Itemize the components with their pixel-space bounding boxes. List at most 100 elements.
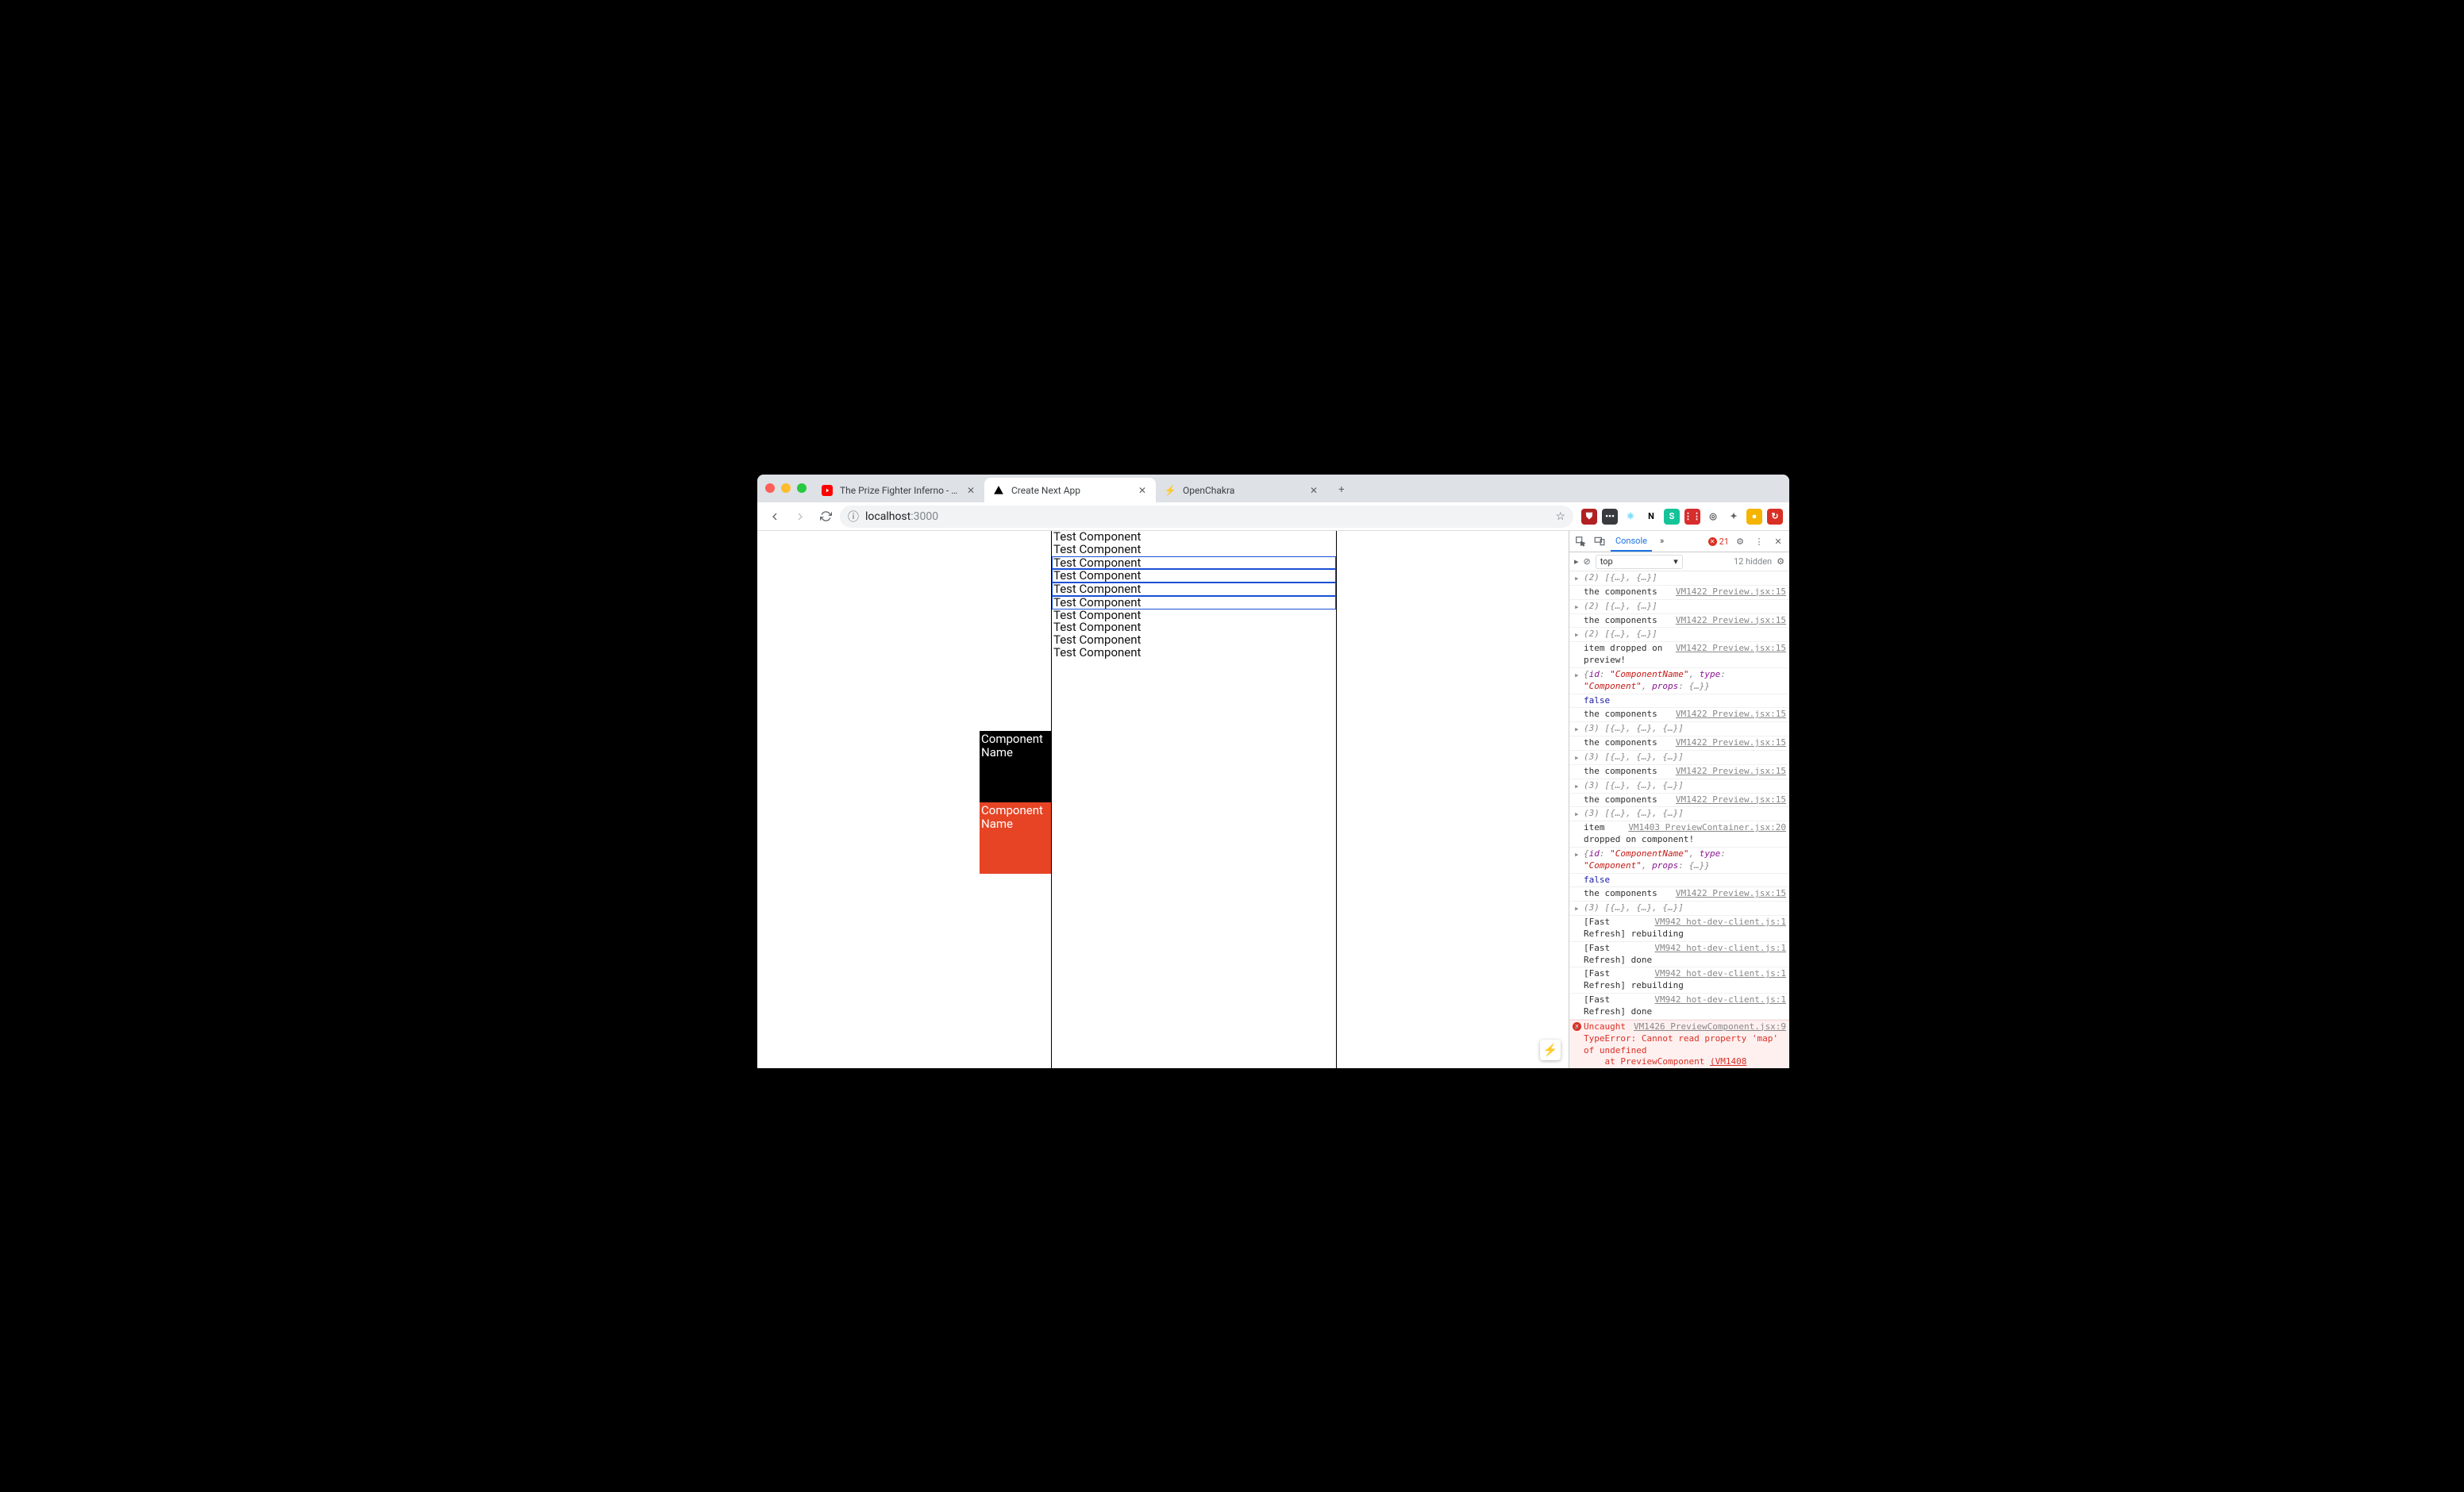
console-source-link[interactable]: VM1403 PreviewContainer.jsx:20 (1628, 822, 1786, 834)
onepassword-icon[interactable]: ⋮⋮ (1684, 509, 1700, 525)
console-source-link[interactable]: VM1422 Preview.jsx:15 (1676, 737, 1786, 749)
devtools-tabbar: Console » ✕21 ⚙ ⋮ ✕ (1569, 531, 1789, 552)
console-log-area[interactable]: ▸(2) [{…}, {…}]VM1422 Preview.jsx:15the … (1569, 571, 1789, 1068)
console-source-link[interactable]: VM1426 PreviewComponent.jsx:9 (1634, 1021, 1786, 1033)
screenshot-icon[interactable]: ◎ (1705, 509, 1721, 525)
tab-title: Create Next App (1011, 485, 1130, 496)
preview-panel[interactable]: Test ComponentTest ComponentTest Compone… (1051, 531, 1337, 1068)
console-log-row[interactable]: ▸(2) [{…}, {…}] (1569, 571, 1789, 586)
console-source-link[interactable]: VM1422 Preview.jsx:15 (1676, 643, 1786, 655)
console-log-row[interactable]: VM1422 Preview.jsx:15the components (1569, 794, 1789, 808)
console-source-link[interactable]: VM1422 Preview.jsx:15 (1676, 709, 1786, 721)
console-log-row[interactable]: ▸(3) [{…}, {…}, {…}] (1569, 722, 1789, 736)
console-source-link[interactable]: VM1422 Preview.jsx:15 (1676, 615, 1786, 627)
notion-icon[interactable]: N (1643, 509, 1659, 525)
window-minimize-button[interactable] (781, 483, 791, 493)
browser-toolbar: ⓘ localhost:3000 ☆ ⛊ ••• ⚛ NS⋮⋮ ◎ ✦● ↻ (757, 502, 1789, 531)
console-log-row[interactable]: VM1422 Preview.jsx:15the components (1569, 765, 1789, 779)
console-source-link[interactable]: VM1422 Preview.jsx:15 (1676, 794, 1786, 806)
console-log-row[interactable]: ▸(3) [{…}, {…}, {…}] (1569, 807, 1789, 821)
console-log-row[interactable]: ▸(3) [{…}, {…}, {…}] (1569, 779, 1789, 794)
page-viewport: Test ComponentTest ComponentTest Compone… (757, 531, 1569, 1068)
console-log-row[interactable]: VM1422 Preview.jsx:15the components (1569, 614, 1789, 629)
ublock-icon[interactable]: ⛊ (1581, 509, 1597, 525)
devtools-close-icon[interactable]: ✕ (1770, 533, 1786, 549)
console-log-row[interactable]: VM1422 Preview.jsx:15the components (1569, 586, 1789, 600)
url-text: localhost:3000 (865, 510, 938, 523)
nav-forward-button[interactable] (789, 506, 811, 528)
component-palette: Component NameComponent Name (980, 731, 1051, 874)
palette-card-black[interactable]: Component Name (980, 731, 1051, 802)
nextjs-bolt-badge[interactable]: ⚡ (1540, 1040, 1561, 1060)
console-log-row[interactable]: false (1569, 874, 1789, 888)
console-source-link[interactable]: VM942 hot-dev-client.js:1 (1654, 968, 1786, 980)
grammarly-icon[interactable]: S (1664, 509, 1680, 525)
console-log-row[interactable]: ▸{id: "ComponentName", type: "Component"… (1569, 848, 1789, 874)
devtools-menu-icon[interactable]: ⋮ (1751, 533, 1767, 549)
console-log-row[interactable]: VM942 hot-dev-client.js:1[Fast Refresh] … (1569, 916, 1789, 942)
console-source-link[interactable]: VM942 hot-dev-client.js:1 (1654, 994, 1786, 1006)
nav-back-button[interactable] (764, 506, 786, 528)
browser-tab[interactable]: The Prize Fighter Inferno - Sta… ✕ (813, 478, 984, 502)
preview-test-component[interactable]: Test Component (1052, 556, 1336, 570)
console-log-row[interactable]: VM942 hot-dev-client.js:1[Fast Refresh] … (1569, 967, 1789, 994)
avatar-icon[interactable]: ● (1746, 509, 1762, 525)
browser-tab[interactable]: Create Next App ✕ (984, 478, 1156, 502)
tab-title: The Prize Fighter Inferno - Sta… (840, 485, 959, 496)
console-source-link[interactable]: VM1422 Preview.jsx:15 (1676, 766, 1786, 778)
console-settings-icon[interactable]: ⚙ (1777, 556, 1784, 567)
console-log-row[interactable]: VM1403 PreviewContainer.jsx:20item dropp… (1569, 821, 1789, 848)
tab-close-icon[interactable]: ✕ (1137, 485, 1148, 496)
inspect-element-icon[interactable] (1573, 533, 1588, 549)
react-devtools-icon[interactable]: ⚛ (1623, 509, 1638, 525)
window-zoom-button[interactable] (797, 483, 807, 493)
devtools-tab-more[interactable]: » (1655, 531, 1669, 552)
nav-reload-button[interactable] (814, 506, 837, 528)
bookmark-star-icon[interactable]: ☆ (1555, 510, 1565, 523)
console-log-row[interactable]: VM942 hot-dev-client.js:1[Fast Refresh] … (1569, 942, 1789, 968)
devtools-tab-console[interactable]: Console (1611, 531, 1652, 552)
new-tab-button[interactable]: + (1330, 479, 1353, 501)
console-log-row[interactable]: VM1422 Preview.jsx:15item dropped on pre… (1569, 642, 1789, 668)
console-clear-icon[interactable]: ⊘ (1584, 556, 1591, 567)
update-icon[interactable]: ↻ (1767, 509, 1783, 525)
console-play-icon[interactable]: ▸ (1574, 556, 1579, 567)
console-log-row[interactable]: ▸{id: "ComponentName", type: "Component"… (1569, 668, 1789, 694)
console-log-row[interactable]: ▸(3) [{…}, {…}, {…}] (1569, 902, 1789, 916)
console-toolbar: ▸ ⊘ top▾ 12 hidden ⚙ (1569, 552, 1789, 571)
browser-tab[interactable]: ⚡OpenChakra✕ (1156, 478, 1327, 502)
address-bar[interactable]: ⓘ localhost:3000 ☆ (840, 506, 1573, 528)
console-log-row[interactable]: false (1569, 694, 1789, 709)
devtools-settings-icon[interactable]: ⚙ (1732, 533, 1748, 549)
preview-test-component[interactable]: Test Component (1052, 647, 1336, 659)
palette-card-red[interactable]: Component Name (980, 802, 1051, 874)
console-hidden-count[interactable]: 12 hidden (1734, 556, 1772, 567)
lastpass-icon[interactable]: ••• (1602, 509, 1618, 525)
console-error-row[interactable]: ✕VM1426 PreviewComponent.jsx:9▸Uncaught … (1569, 1020, 1789, 1068)
window-close-button[interactable] (765, 483, 775, 493)
tab-close-icon[interactable]: ✕ (1308, 485, 1319, 496)
console-log-row[interactable]: VM1422 Preview.jsx:15the components (1569, 736, 1789, 751)
site-info-icon[interactable]: ⓘ (848, 509, 859, 525)
extensions-icon[interactable]: ✦ (1726, 509, 1742, 525)
console-log-row[interactable]: ▸(2) [{…}, {…}] (1569, 628, 1789, 642)
console-log-row[interactable]: ▸(2) [{…}, {…}] (1569, 600, 1789, 614)
devtools-error-count[interactable]: ✕21 (1708, 536, 1729, 547)
extensions-row: ⛊ ••• ⚛ NS⋮⋮ ◎ ✦● ↻ (1577, 509, 1783, 525)
console-source-link[interactable]: VM1422 Preview.jsx:15 (1676, 586, 1786, 598)
device-toolbar-icon[interactable] (1592, 533, 1607, 549)
console-log-row[interactable]: VM942 hot-dev-client.js:1[Fast Refresh] … (1569, 994, 1789, 1020)
preview-test-component[interactable]: Test Component (1052, 583, 1336, 596)
console-log-row[interactable]: ▸(3) [{…}, {…}, {…}] (1569, 751, 1789, 765)
console-source-link[interactable]: VM942 hot-dev-client.js:1 (1654, 917, 1786, 929)
preview-test-component[interactable]: Test Component (1052, 544, 1336, 556)
console-log-row[interactable]: VM1422 Preview.jsx:15the components (1569, 708, 1789, 722)
tab-favicon-icon (821, 484, 834, 497)
console-source-link[interactable]: VM942 hot-dev-client.js:1 (1654, 943, 1786, 955)
console-context-selector[interactable]: top▾ (1596, 555, 1683, 569)
console-source-link[interactable]: VM1422 Preview.jsx:15 (1676, 888, 1786, 900)
stack-source-link[interactable]: (VM1408 PreviewComponent.jsx:9) (1584, 1056, 1746, 1068)
console-log-row[interactable]: VM1422 Preview.jsx:15the components (1569, 887, 1789, 902)
preview-test-component[interactable]: Test Component (1052, 569, 1336, 583)
tab-close-icon[interactable]: ✕ (965, 485, 976, 496)
